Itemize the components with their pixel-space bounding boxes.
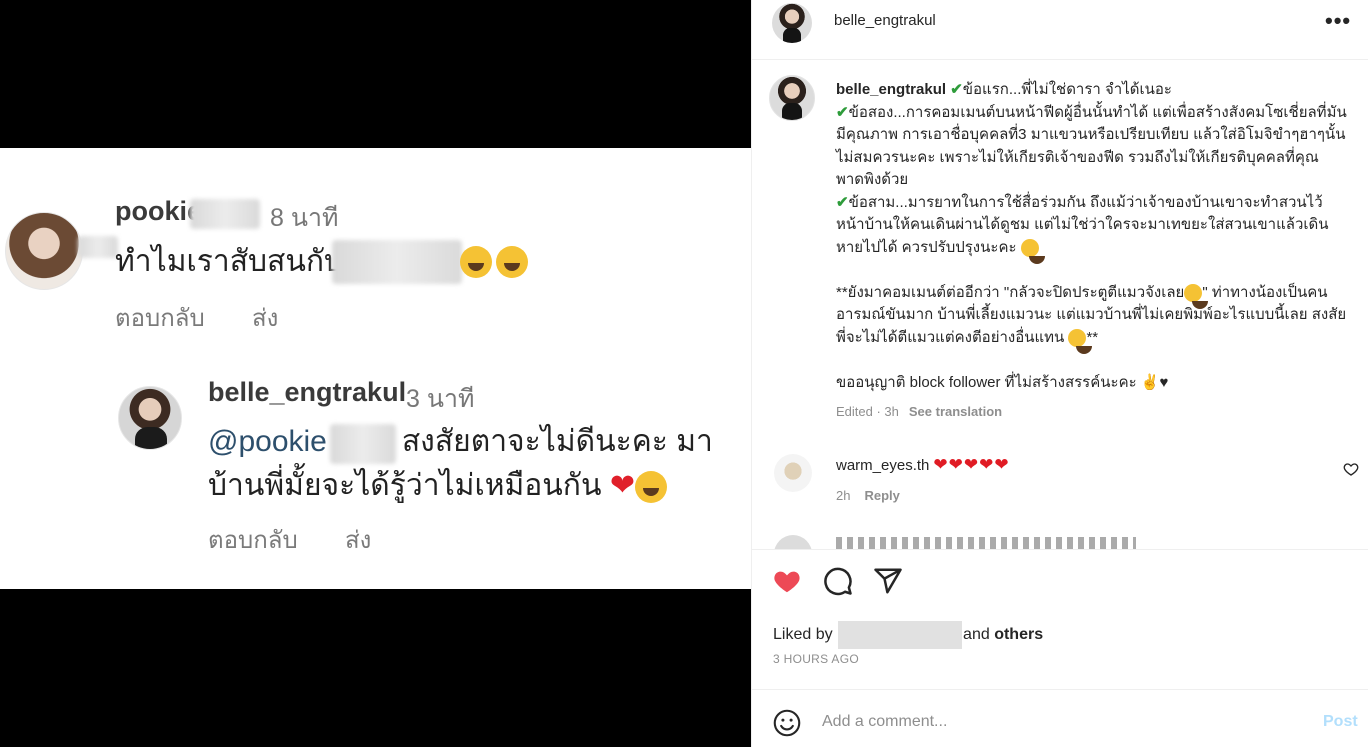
post-actions: Liked by and others 3 HOURS AGO: [752, 549, 1368, 689]
liked-by: Liked by and others: [773, 621, 1043, 649]
laugh-emoji-icon: [634, 471, 667, 504]
post-header: belle_engtrakul •••: [752, 0, 1368, 60]
commenter-avatar[interactable]: [774, 454, 812, 492]
edited-label: Edited · 3h: [836, 404, 899, 419]
caption-username[interactable]: belle_engtrakul: [836, 81, 946, 98]
reply-button[interactable]: Reply: [864, 488, 899, 503]
comment1-reply: ตอบกลับ: [115, 305, 205, 332]
belle-username-media: belle_engtrakul: [208, 377, 407, 407]
black-heart-icon: ♥: [1159, 373, 1169, 391]
blurred-mention-2: [330, 424, 396, 464]
caption-para-4c: **: [1086, 328, 1099, 346]
more-options-icon[interactable]: •••: [1325, 8, 1351, 34]
next-comment-avatar: [774, 535, 812, 549]
liked-prefix: Liked by: [773, 626, 833, 644]
pookie-avatar: [5, 212, 83, 290]
comment2-reply: ตอบกลับ: [208, 527, 298, 554]
comment2-send: ส่ง: [345, 527, 372, 554]
blurred-username: [190, 199, 260, 229]
author-username[interactable]: belle_engtrakul: [834, 12, 936, 29]
blurred-mention: [332, 240, 462, 284]
victory-hand-icon: ✌: [1140, 373, 1160, 391]
checkmark-icon: ✔: [950, 81, 963, 98]
checkmark-icon: ✔: [836, 193, 849, 211]
instagram-post-view: pookie 8 นาที ทำไมเราสับสนกับ ตอบกลับ ส่…: [0, 0, 1368, 747]
comment-meta: 2h Reply: [836, 488, 900, 503]
caption-avatar[interactable]: [769, 75, 815, 121]
squint-emoji-icon: [460, 246, 492, 278]
comment2-line1: @pookie สงสัยตาจะไม่ดีนะคะ มา: [208, 425, 713, 458]
comment2-line2: บ้านพี่มั้ยจะได้รู้ว่าไม่เหมือนกัน ❤: [208, 464, 667, 508]
blurred-area: [78, 236, 118, 258]
comment1-text: ทำไมเราสับสนกับ: [115, 245, 344, 278]
caption-para-2: ข้อสอง...การคอมเมนต์บนหน้าฟีดผู้อื่นนั้น…: [836, 103, 1347, 189]
see-translation-link[interactable]: See translation: [909, 404, 1002, 419]
comment-row: warm_eyes.th ❤❤❤❤❤: [836, 455, 1010, 475]
comment-time: 2h: [836, 488, 851, 503]
post-caption: belle_engtrakul ✔ข้อแรก...พี่ไม่ใช่ดารา …: [836, 79, 1348, 394]
comments-scroll[interactable]: belle_engtrakul ✔ข้อแรก...พี่ไม่ใช่ดารา …: [752, 61, 1368, 549]
commenter-username[interactable]: warm_eyes.th: [836, 457, 929, 474]
pookie-username: pookie: [115, 196, 203, 226]
caption-meta: Edited · 3h See translation: [836, 404, 1002, 419]
comment-icon[interactable]: [823, 566, 853, 596]
liked-others-link[interactable]: others: [994, 626, 1043, 643]
checkmark-icon: ✔: [836, 103, 849, 121]
share-icon[interactable]: [873, 566, 903, 596]
laugh-cry-emoji-icon: [1184, 283, 1209, 309]
comment2-time: 3 นาที: [406, 385, 475, 413]
comment-like-icon[interactable]: [1343, 461, 1359, 477]
post-media[interactable]: pookie 8 นาที ทำไมเราสับสนกับ ตอบกลับ ส่…: [0, 0, 751, 747]
caption-line-1: ข้อแรก...พี่ไม่ใช่ดารา จำได้เนอะ: [962, 81, 1172, 98]
add-comment-bar: Post: [752, 689, 1368, 747]
liked-heart-icon[interactable]: [772, 566, 802, 596]
liked-and: and: [963, 626, 990, 644]
post-sidebar: belle_engtrakul ••• belle_engtrakul ✔ข้อ…: [751, 0, 1368, 747]
blurred-liker: [838, 621, 963, 649]
post-button[interactable]: Post: [1323, 713, 1358, 731]
comment1-send: ส่ง: [252, 305, 279, 332]
comment-text: ❤❤❤❤❤: [933, 455, 1010, 474]
author-avatar[interactable]: [772, 3, 812, 43]
caption-para-5: ขออนุญาติ block follower ที่ไม่สร้างสรรค…: [836, 373, 1137, 391]
red-heart-icon: ❤: [609, 469, 635, 502]
add-comment-input[interactable]: [822, 709, 1292, 735]
laugh-emoji-icon: [496, 246, 529, 278]
emoji-group: [460, 246, 529, 278]
caption-para-4a: **ยังมาคอมเมนต์ต่ออีกว่า "กลัวจะปิดประตู…: [836, 283, 1185, 301]
smirk-emoji-icon: [1068, 328, 1093, 354]
caption-para-3: ข้อสาม...มารยาทในการใช้สื่อร่วมกัน ถึงแม…: [836, 193, 1329, 256]
post-date: 3 HOURS AGO: [773, 652, 859, 666]
emoji-picker-icon[interactable]: [773, 709, 801, 737]
screenshot-image: [0, 148, 751, 589]
comment1-time: 8 นาที: [270, 204, 339, 232]
smile-emoji-icon: [1020, 238, 1045, 264]
belle-avatar-media: [118, 386, 182, 450]
next-comment-peek: [836, 537, 1136, 549]
